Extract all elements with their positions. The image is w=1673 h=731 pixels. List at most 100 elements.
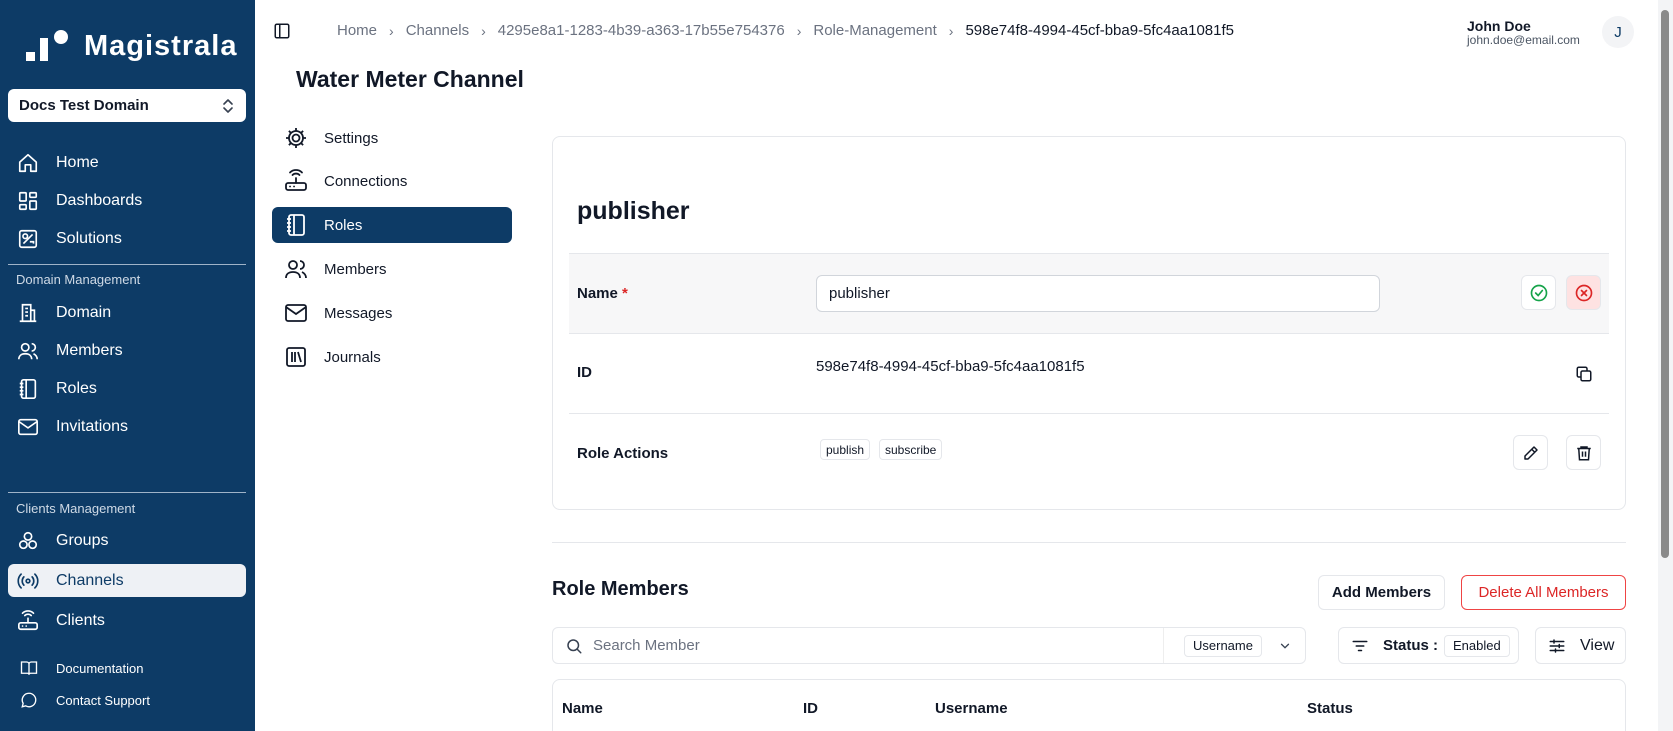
cancel-button[interactable] — [1566, 275, 1601, 310]
page-scrollbar[interactable] — [1658, 0, 1673, 731]
tab-label: Journals — [324, 348, 381, 366]
page-title: Water Meter Channel — [296, 66, 524, 92]
user-menu[interactable]: John Doe john.doe@email.com — [1467, 18, 1580, 47]
tab-journals[interactable]: Journals — [272, 339, 512, 375]
mail-icon — [17, 416, 39, 438]
tab-label: Messages — [324, 304, 393, 322]
chevron-right-icon: › — [948, 22, 954, 39]
members-table: Name ID Username Status — [552, 679, 1626, 731]
tab-label: Settings — [324, 129, 379, 147]
chevron-down-icon — [1280, 643, 1290, 649]
copy-icon — [1576, 366, 1591, 381]
domain-management-heading: Domain Management — [16, 272, 141, 287]
sidebar-item-home[interactable]: Home — [8, 146, 246, 179]
search-filter-select[interactable]: Username — [1163, 628, 1305, 663]
home-icon — [17, 152, 39, 174]
add-members-button[interactable]: Add Members — [1318, 575, 1445, 610]
sidebar-item-channels[interactable]: Channels — [8, 564, 246, 597]
pencil-icon — [1523, 445, 1538, 460]
clients-management-heading: Clients Management — [16, 501, 136, 516]
id-label: ID — [577, 364, 592, 381]
column-header-username[interactable]: Username — [935, 700, 1008, 717]
tab-roles[interactable]: Roles — [272, 207, 512, 243]
dashboard-icon — [17, 190, 39, 212]
copy-button[interactable] — [1566, 356, 1601, 391]
library-icon — [284, 345, 308, 369]
role-actions-label: Role Actions — [577, 445, 669, 462]
filter-icon — [1352, 640, 1368, 651]
breadcrumb-home[interactable]: Home — [337, 22, 377, 39]
tab-members[interactable]: Members — [272, 251, 512, 287]
sidebar-item-invitations[interactable]: Invitations — [8, 410, 246, 443]
role-name-input[interactable]: publisher — [816, 275, 1380, 312]
sidebar-item-label: Roles — [56, 379, 97, 397]
column-header-status[interactable]: Status — [1307, 700, 1353, 717]
x-circle-icon — [1575, 284, 1592, 301]
sidebar-item-roles[interactable]: Roles — [8, 372, 246, 405]
tab-settings[interactable]: Settings — [272, 120, 512, 156]
sidebar-item-groups[interactable]: Groups — [8, 524, 246, 557]
sidebar-item-label: Clients — [56, 611, 105, 629]
confirm-button[interactable] — [1521, 275, 1556, 310]
sidebar-item-solutions[interactable]: Solutions — [8, 222, 246, 255]
domain-select[interactable]: Docs Test Domain — [8, 89, 246, 122]
sidebar-divider — [8, 264, 246, 265]
role-id-value: 598e74f8-4994-45cf-bba9-5fc4aa1081f5 — [816, 358, 1085, 375]
chevrons-up-down-icon — [223, 98, 233, 113]
tab-connections[interactable]: Connections — [272, 163, 512, 199]
mail-icon — [284, 301, 308, 325]
breadcrumb-channels[interactable]: Channels — [406, 22, 469, 39]
breadcrumb-role-management[interactable]: Role-Management — [813, 22, 936, 39]
search-input[interactable]: Search Member — [593, 637, 700, 654]
router-icon — [284, 169, 308, 193]
sidebar-item-contact-support[interactable]: Contact Support — [8, 686, 246, 714]
sidebar-item-clients[interactable]: Clients — [8, 604, 246, 637]
delete-all-members-button[interactable]: Delete All Members — [1461, 575, 1626, 610]
chevron-right-icon: › — [796, 22, 802, 39]
sidebar-item-label: Groups — [56, 531, 109, 549]
sidebar-item-documentation[interactable]: Documentation — [8, 654, 246, 682]
book-icon — [20, 659, 38, 677]
notebook-icon — [17, 378, 39, 400]
sidebar-item-label: Dashboards — [56, 191, 143, 209]
sidebar-item-dashboards[interactable]: Dashboards — [8, 184, 246, 217]
brand-logo[interactable]: Magistrala — [26, 28, 237, 64]
sidebar-item-label: Invitations — [56, 417, 129, 435]
role-members-title: Role Members — [552, 578, 689, 600]
chat-icon — [20, 691, 38, 709]
router-icon — [17, 609, 39, 632]
delete-role-button[interactable] — [1566, 435, 1601, 470]
required-mark: * — [622, 285, 628, 302]
view-options-button[interactable]: View — [1535, 627, 1626, 664]
breadcrumb-current: 598e74f8-4994-45cf-bba9-5fc4aa1081f5 — [965, 22, 1234, 39]
sidebar-item-label: Domain — [56, 303, 112, 321]
status-label: Status : — [1383, 637, 1439, 654]
column-header-id[interactable]: ID — [803, 700, 818, 717]
breadcrumb-channel-id[interactable]: 4295e8a1-1283-4b39-a363-17b55e754376 — [498, 22, 785, 39]
edit-actions-button[interactable] — [1513, 435, 1548, 470]
status-filter[interactable]: Status : Enabled — [1338, 627, 1519, 664]
trash-icon — [1576, 445, 1591, 460]
tab-messages[interactable]: Messages — [272, 295, 512, 331]
users-icon — [284, 257, 308, 281]
role-actions-row: Role Actions — [569, 413, 1609, 493]
chevron-right-icon: › — [481, 22, 486, 39]
role-id-row: ID — [569, 333, 1609, 413]
sidebar-toggle-icon[interactable] — [273, 22, 293, 42]
column-header-name[interactable]: Name — [562, 700, 603, 717]
building-icon — [17, 302, 39, 324]
sidebar-item-domain[interactable]: Domain — [8, 296, 246, 329]
users-icon — [17, 340, 39, 362]
logo-mark-icon — [26, 28, 74, 64]
tab-label: Roles — [324, 216, 363, 234]
search-filter-value: Username — [1184, 634, 1262, 657]
settings-icon — [284, 126, 308, 150]
avatar[interactable]: J — [1602, 16, 1634, 48]
sidebar-divider — [8, 492, 246, 493]
sidebar-item-label: Channels — [56, 571, 124, 589]
user-name: John Doe — [1467, 18, 1531, 34]
sidebar-item-members[interactable]: Members — [8, 334, 246, 367]
tab-label: Connections — [324, 172, 408, 190]
sidebar-item-label: Solutions — [56, 229, 122, 247]
scrollbar-thumb[interactable] — [1661, 10, 1669, 558]
